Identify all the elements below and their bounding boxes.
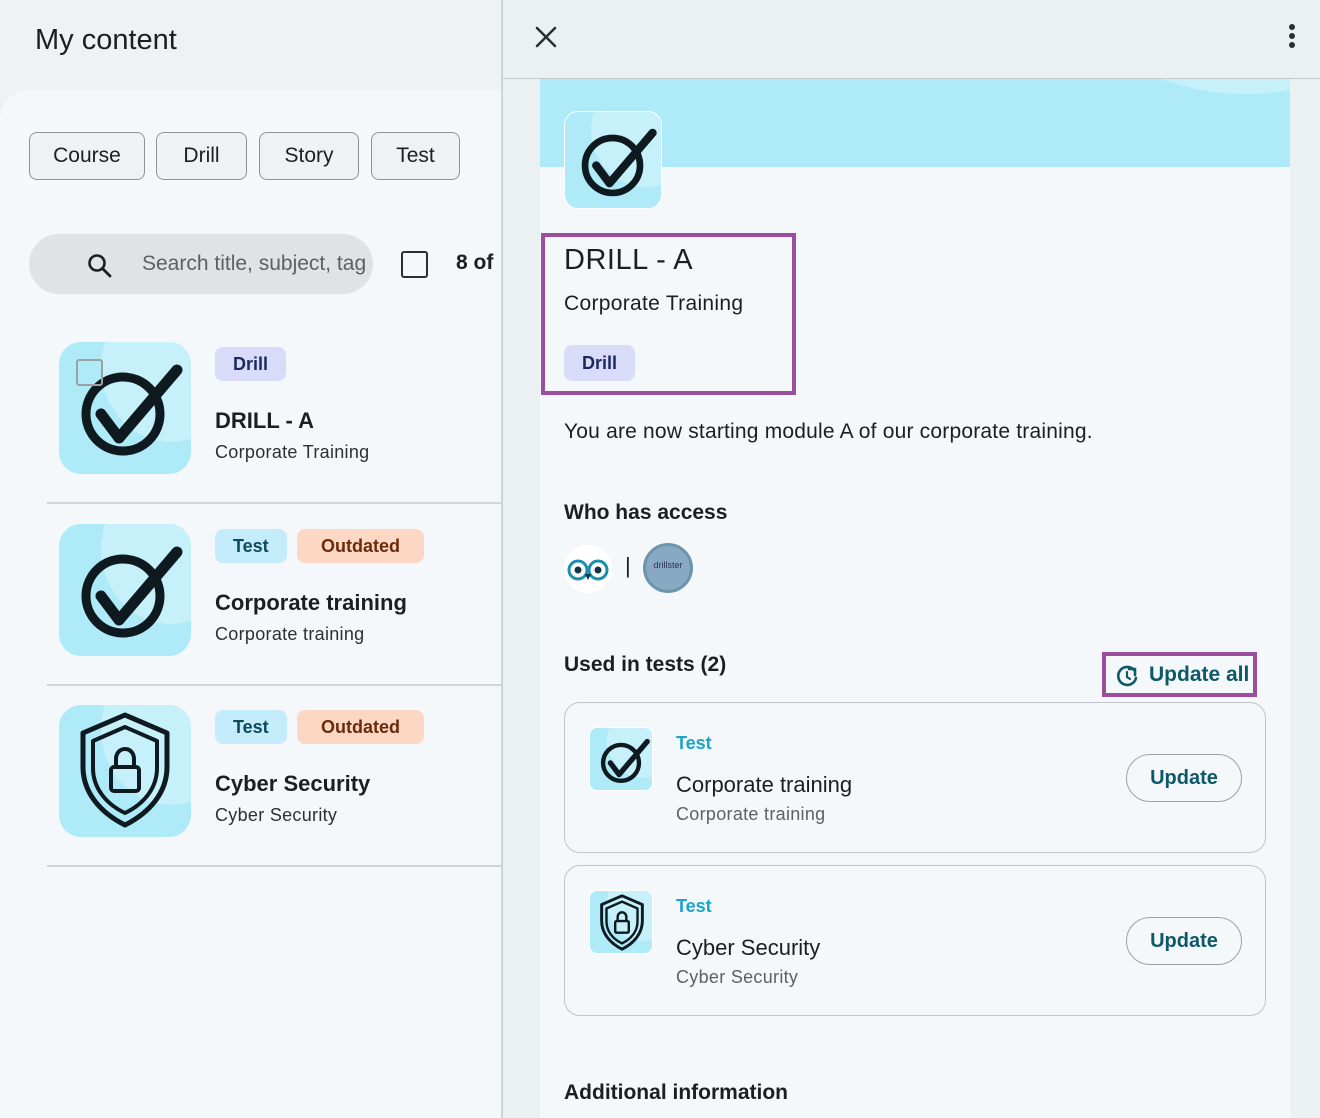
access-separator: | bbox=[625, 553, 631, 578]
test-card[interactable]: Test Corporate training Corporate traini… bbox=[564, 702, 1266, 853]
test-type-label: Test bbox=[676, 733, 712, 753]
test-title: Corporate training bbox=[676, 772, 853, 797]
outdated-badge: Outdated bbox=[297, 710, 424, 744]
detail-subtitle: Corporate Training bbox=[564, 292, 744, 315]
shield-lock-icon bbox=[80, 712, 170, 828]
test-type-label: Test bbox=[676, 896, 712, 916]
page-title: My content bbox=[35, 24, 177, 56]
detail-title: DRILL - A bbox=[564, 244, 694, 276]
item-thumbnail bbox=[59, 524, 191, 656]
filter-chip-drill[interactable]: Drill bbox=[156, 132, 247, 180]
type-badge: Test bbox=[215, 529, 287, 563]
select-all-checkbox[interactable] bbox=[401, 251, 428, 278]
access-list: | drillster bbox=[564, 543, 764, 593]
test-title: Cyber Security bbox=[676, 935, 821, 960]
update-all-button[interactable]: Update all bbox=[1102, 652, 1257, 697]
additional-info-heading: Additional information bbox=[564, 1081, 788, 1104]
item-subtitle: Corporate Training bbox=[215, 442, 370, 462]
checkmark-icon bbox=[600, 738, 650, 784]
avatar[interactable]: drillster bbox=[643, 543, 693, 593]
item-subtitle: Cyber Security bbox=[215, 805, 338, 825]
content-list-pane: My content Course Drill Story Test 8 of … bbox=[0, 0, 501, 1118]
item-title: Cyber Security bbox=[215, 771, 371, 796]
list-item[interactable]: Drill DRILL - A Corporate Training bbox=[47, 322, 501, 504]
test-thumbnail bbox=[589, 890, 653, 954]
type-badge: Test bbox=[215, 710, 287, 744]
search-icon bbox=[88, 254, 112, 278]
type-badge: Drill bbox=[215, 347, 287, 381]
description: You are now starting module A of our cor… bbox=[564, 420, 1093, 443]
filter-chip-story[interactable]: Story bbox=[259, 132, 359, 180]
results-count: 8 of bbox=[456, 251, 494, 274]
divider bbox=[47, 865, 501, 867]
filter-chip-test[interactable]: Test bbox=[371, 132, 460, 180]
test-card[interactable]: Test Cyber Security Cyber Security Updat… bbox=[564, 865, 1266, 1016]
item-checkbox[interactable] bbox=[76, 359, 103, 386]
test-subtitle: Cyber Security bbox=[676, 967, 799, 987]
checkmark-icon bbox=[581, 128, 657, 197]
item-thumbnail bbox=[59, 342, 191, 474]
item-subtitle: Corporate training bbox=[215, 624, 365, 644]
test-thumbnail bbox=[589, 727, 653, 791]
org-avatar-text: drillster bbox=[653, 560, 683, 570]
item-title: DRILL - A bbox=[215, 408, 314, 433]
drillster-owl-icon[interactable] bbox=[564, 545, 612, 593]
list-item[interactable]: Test Outdated Corporate training Corpora… bbox=[47, 504, 501, 686]
detail-pane: DRILL - A Corporate Training Drill You a… bbox=[501, 0, 1320, 1118]
outdated-badge: Outdated bbox=[297, 529, 424, 563]
list-item[interactable]: Test Outdated Cyber Security Cyber Secur… bbox=[47, 685, 501, 867]
more-options-icon[interactable] bbox=[1278, 22, 1306, 52]
detail-content: DRILL - A Corporate Training Drill You a… bbox=[540, 79, 1290, 1118]
search-input[interactable] bbox=[142, 247, 372, 281]
close-icon[interactable] bbox=[531, 22, 561, 52]
used-in-tests-heading: Used in tests (2) bbox=[564, 653, 727, 676]
detail-header bbox=[503, 0, 1320, 79]
item-title: Corporate training bbox=[215, 590, 407, 615]
detail-thumbnail bbox=[564, 111, 662, 209]
test-subtitle: Corporate training bbox=[676, 804, 826, 824]
item-thumbnail bbox=[59, 705, 191, 837]
type-badge: Drill bbox=[564, 345, 636, 381]
filter-chip-course[interactable]: Course bbox=[29, 132, 145, 180]
search-bar[interactable] bbox=[29, 234, 373, 294]
access-heading: Who has access bbox=[564, 501, 728, 524]
update-all-label: Update all bbox=[1149, 663, 1250, 686]
checkmark-icon bbox=[81, 546, 183, 638]
update-button[interactable]: Update bbox=[1126, 754, 1242, 802]
shield-lock-icon bbox=[600, 894, 644, 951]
update-button[interactable]: Update bbox=[1126, 917, 1242, 965]
refresh-icon bbox=[1116, 665, 1138, 687]
